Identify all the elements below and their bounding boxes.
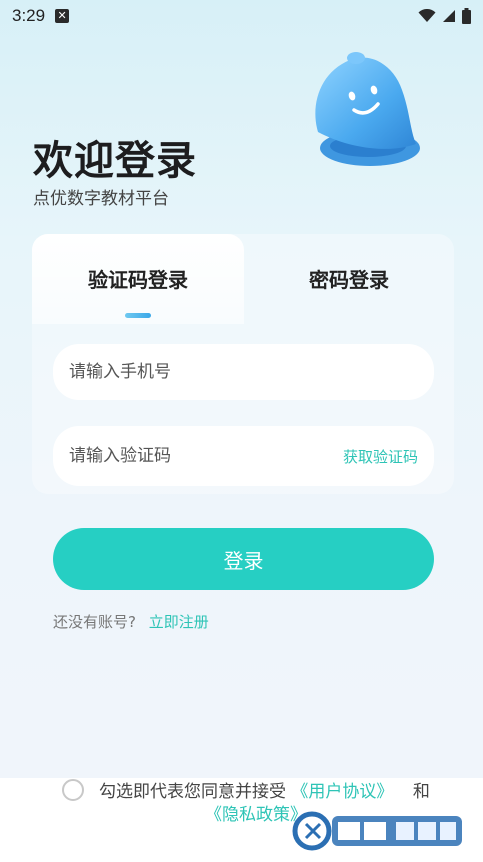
close-notification-icon: ✕: [55, 9, 70, 23]
agreement-text: 勾选即代表您同意并接受 《用户协议》 和: [99, 777, 430, 802]
get-code-button[interactable]: 获取验证码: [343, 446, 418, 467]
agreement-and: 和: [412, 782, 430, 802]
phone-input[interactable]: [69, 362, 418, 382]
page-title: 欢迎登录: [33, 138, 197, 184]
status-time: 3:29: [12, 6, 46, 25]
status-bar: 3:29 ✕: [0, 0, 483, 32]
agreement-prefix: 勾选即代表您同意并接受: [99, 782, 286, 802]
code-field: 获取验证码: [53, 426, 434, 486]
tab-active-indicator: [125, 313, 151, 318]
register-link[interactable]: 立即注册: [149, 613, 209, 631]
bell-mascot-icon: [315, 52, 420, 166]
phone-field: [53, 344, 434, 400]
user-agreement-link[interactable]: 《用户协议》: [291, 782, 393, 802]
agreement-checkbox[interactable]: [62, 779, 84, 801]
page-subtitle: 点优数字教材平台: [33, 189, 169, 209]
tab-sms-login[interactable]: 验证码登录: [32, 264, 244, 293]
wifi-icon: [418, 9, 436, 22]
tab-password-login[interactable]: 密码登录: [243, 264, 455, 293]
login-button[interactable]: 登录: [53, 528, 434, 590]
verification-code-input[interactable]: [69, 446, 343, 466]
register-row: 还没有账号? 立即注册: [53, 611, 209, 632]
signal-icon: [443, 10, 455, 22]
battery-icon: [462, 8, 471, 24]
register-question: 还没有账号?: [53, 613, 136, 631]
watermark-logo: [292, 811, 462, 851]
status-icons: [418, 8, 471, 24]
